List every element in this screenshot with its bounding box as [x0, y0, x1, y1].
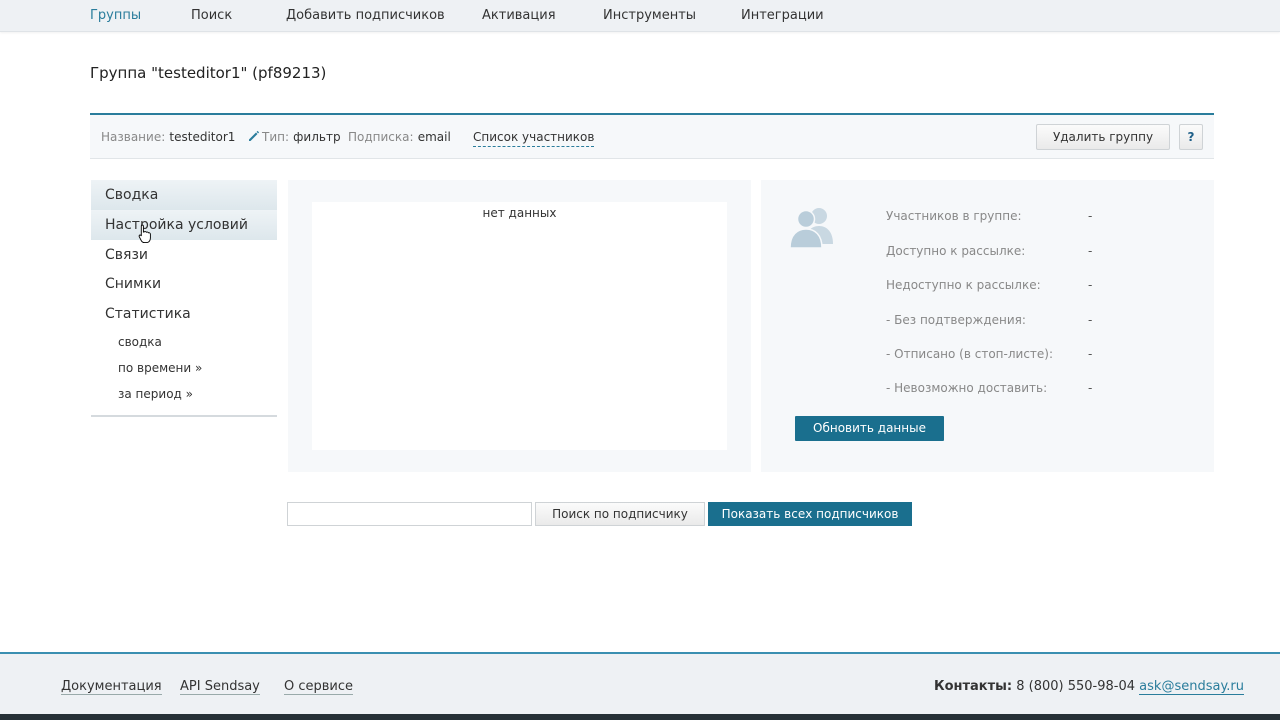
stat-value-unsubscribed: - [1088, 347, 1093, 361]
stats-panel: Участников в группе: - Доступно к рассыл… [761, 180, 1214, 472]
footer: Документация API Sendsay О сервисе Конта… [0, 652, 1280, 714]
sidebar-subitem-by-time[interactable]: по времени » [118, 361, 202, 375]
footer-link-api[interactable]: API Sendsay [180, 679, 260, 695]
top-navigation: Группы Поиск Добавить подписчиков Актива… [0, 0, 1280, 32]
stat-value-available: - [1088, 244, 1093, 258]
nav-item-activation[interactable]: Активация [482, 8, 556, 23]
nav-item-add-subscribers[interactable]: Добавить подписчиков [286, 8, 445, 23]
users-icon [789, 208, 833, 248]
subscription-label: Подписка: [348, 130, 414, 144]
stat-value-unconfirmed: - [1088, 313, 1093, 327]
group-name-value: testeditor1 [169, 130, 236, 144]
search-subscriber-button[interactable]: Поиск по подписчику [535, 502, 705, 526]
sidebar-subitem-summary[interactable]: сводка [118, 335, 162, 349]
stat-value-unavailable: - [1088, 278, 1093, 292]
sidebar-item-summary[interactable]: Сводка [91, 180, 277, 210]
sidebar-subitem-by-period[interactable]: за период » [118, 387, 193, 401]
group-info-bar: Название: testeditor1 Тип: фильтр Подпис… [90, 113, 1214, 159]
group-name-field: Название: testeditor1 [101, 130, 260, 145]
no-data-message: нет данных [482, 206, 557, 220]
sidebar-item-links[interactable]: Связи [91, 240, 277, 270]
stat-label-available: Доступно к рассылке: [886, 244, 1026, 258]
nav-item-groups[interactable]: Группы [90, 8, 141, 23]
nav-item-tools[interactable]: Инструменты [603, 8, 696, 23]
sidebar: Сводка Настройка условий Связи Снимки Ст… [91, 180, 277, 417]
contacts-label: Контакты: [933, 679, 1013, 694]
stat-label-unsubscribed: - Отписано (в стоп-листе): [886, 347, 1054, 361]
refresh-data-button[interactable]: Обновить данные [795, 416, 944, 441]
page-title: Группа "testeditor1" (pf89213) [90, 64, 327, 82]
delete-group-button[interactable]: Удалить группу [1036, 124, 1170, 150]
sidebar-item-snapshots[interactable]: Снимки [91, 269, 277, 299]
stat-label-unconfirmed: - Без подтверждения: [886, 313, 1026, 327]
subscriber-search-input[interactable] [287, 502, 532, 526]
sidebar-item-statistics[interactable]: Статистика [91, 299, 277, 329]
group-type-value: фильтр [293, 130, 341, 144]
chart-area: нет данных [312, 202, 727, 450]
group-name-label: Название: [101, 130, 166, 144]
stat-value-members: - [1088, 209, 1093, 223]
footer-link-about[interactable]: О сервисе [284, 679, 354, 695]
stat-label-undeliverable: - Невозможно доставить: [886, 381, 1048, 395]
nav-item-integrations[interactable]: Интеграции [741, 8, 824, 23]
stat-label-members: Участников в группе: [886, 209, 1022, 223]
stat-label-unavailable: Недоступно к рассылке: [886, 278, 1041, 292]
stat-value-undeliverable: - [1088, 381, 1093, 395]
bottom-bar [0, 714, 1280, 720]
subscription-field: Подписка: email [348, 130, 451, 145]
group-type-field: Тип: фильтр [262, 130, 341, 145]
pencil-icon[interactable] [248, 130, 260, 142]
show-all-subscribers-button[interactable]: Показать всех подписчиков [708, 502, 912, 526]
contacts-email-link[interactable]: ask@sendsay.ru [1139, 679, 1244, 695]
subscription-value: email [417, 130, 451, 144]
footer-contacts: Контакты: 8 (800) 550-98-04 ask@sendsay.… [933, 679, 1244, 695]
hand-cursor-icon [138, 224, 151, 244]
sidebar-item-conditions[interactable]: Настройка условий [91, 210, 277, 240]
members-list-link[interactable]: Список участников [473, 130, 595, 147]
group-type-label: Тип: [262, 130, 290, 144]
help-button[interactable]: ? [1179, 124, 1203, 150]
nav-item-search[interactable]: Поиск [191, 8, 232, 23]
contacts-phone: 8 (800) 550-98-04 [1016, 679, 1136, 694]
footer-link-documentation[interactable]: Документация [61, 679, 162, 695]
chart-panel: нет данных [288, 180, 751, 472]
